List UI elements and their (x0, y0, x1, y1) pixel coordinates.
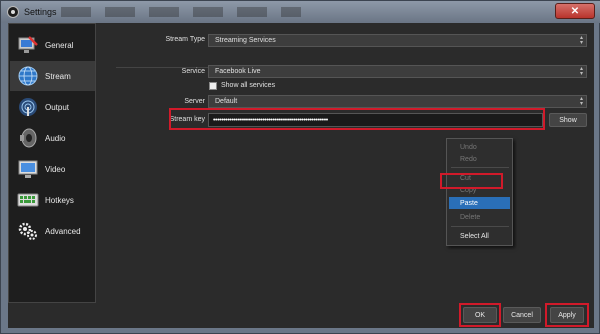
settings-window: Settings ✕ General Stream Output Audio V… (0, 0, 600, 334)
obs-logo-icon (7, 6, 19, 18)
stream-type-label: Stream Type (165, 36, 205, 43)
sidebar-item-label: Hotkeys (45, 195, 74, 205)
spinner-arrows-icon: ▴ ▾ (579, 35, 583, 46)
settings-client-area: General Stream Output Audio Video Hotkey… (8, 23, 594, 328)
stream-key-input[interactable]: ••••••••••••••••••••••••••••••••••••••••… (208, 113, 543, 127)
sidebar-item-label: General (45, 40, 74, 50)
window-title: Settings (24, 7, 57, 17)
service-select[interactable]: Facebook Live ▴ ▾ (208, 65, 587, 78)
cancel-button[interactable]: Cancel (503, 307, 541, 323)
monitor-icon (17, 158, 39, 180)
menu-item-cut[interactable]: Cut (449, 172, 510, 184)
menu-item-select-all[interactable]: Select All (449, 230, 510, 242)
show-all-services-label: Show all services (221, 82, 276, 89)
gears-icon (17, 220, 39, 242)
keyboard-icon (17, 189, 39, 211)
server-label: Server (184, 98, 205, 105)
sidebar-item-stream[interactable]: Stream (10, 61, 95, 91)
menu-separator (451, 167, 509, 168)
antenna-icon (17, 96, 39, 118)
stream-type-value: Streaming Services (215, 37, 276, 44)
menu-separator (451, 226, 509, 227)
sidebar-item-output[interactable]: Output (10, 92, 95, 122)
context-menu: Undo Redo Cut Copy Paste Delete Select A… (446, 138, 513, 246)
close-button[interactable]: ✕ (555, 3, 595, 19)
server-select[interactable]: Default ▴ ▾ (208, 95, 587, 108)
sidebar-item-label: Video (45, 164, 66, 174)
monitor-wrench-icon (17, 34, 39, 56)
sidebar-item-label: Output (45, 102, 70, 112)
title-bar[interactable]: Settings ✕ (1, 1, 600, 23)
sidebar-item-label: Advanced (45, 226, 81, 236)
sidebar-item-label: Audio (45, 133, 66, 143)
spinner-arrows-icon: ▴ ▾ (579, 96, 583, 107)
settings-sidebar: General Stream Output Audio Video Hotkey… (8, 23, 96, 303)
sidebar-item-general[interactable]: General (10, 30, 95, 60)
stream-key-label: Stream key (169, 116, 205, 123)
menu-item-undo[interactable]: Undo (449, 141, 510, 153)
menu-item-delete[interactable]: Delete (449, 211, 510, 223)
menu-item-redo[interactable]: Redo (449, 153, 510, 165)
sidebar-item-label: Stream (45, 71, 71, 81)
speaker-icon (17, 127, 39, 149)
background-window-menu (61, 7, 301, 17)
show-key-button[interactable]: Show (549, 113, 587, 127)
spinner-arrows-icon: ▴ ▾ (579, 66, 583, 77)
sidebar-item-hotkeys[interactable]: Hotkeys (10, 185, 95, 215)
menu-item-paste[interactable]: Paste (449, 197, 510, 209)
sidebar-item-video[interactable]: Video (10, 154, 95, 184)
apply-button[interactable]: Apply (550, 307, 584, 323)
stream-type-select[interactable]: Streaming Services ▴ ▾ (208, 34, 587, 47)
menu-item-copy[interactable]: Copy (449, 184, 510, 196)
globe-icon (17, 65, 39, 87)
service-value: Facebook Live (215, 68, 261, 75)
sidebar-item-advanced[interactable]: Advanced (10, 216, 95, 246)
show-all-services-checkbox[interactable] (209, 82, 217, 90)
ok-button[interactable]: OK (463, 307, 497, 323)
sidebar-item-audio[interactable]: Audio (10, 123, 95, 153)
service-label: Service (181, 68, 205, 75)
server-value: Default (215, 98, 238, 105)
